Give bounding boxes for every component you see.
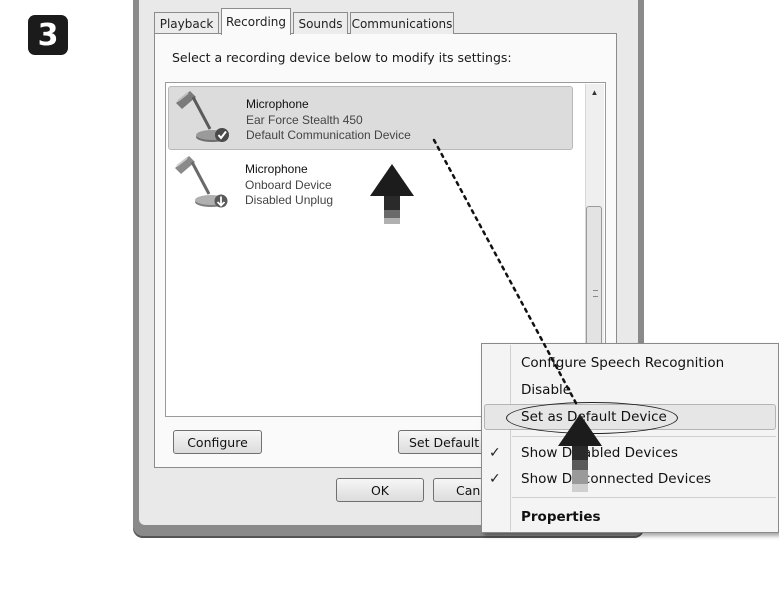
menu-item-show-disabled-devices[interactable]: Show Disabled Devices	[521, 445, 678, 461]
annotation-ellipse	[506, 402, 678, 434]
menu-separator	[512, 497, 776, 498]
ok-button[interactable]: OK	[336, 478, 424, 502]
device-item-onboard-device[interactable]: Microphone Onboard Device Disabled Unplu…	[168, 152, 573, 216]
menu-separator	[512, 436, 776, 437]
scroll-up-arrow-icon[interactable]: ▲	[590, 88, 599, 97]
checkmark-icon: ✓	[489, 471, 501, 487]
device-status: Disabled Unplug	[245, 193, 334, 207]
device-description: Onboard Device	[245, 177, 332, 192]
checkmark-icon: ✓	[489, 445, 501, 461]
tab-communications[interactable]: Communications	[350, 12, 454, 34]
menu-item-disable[interactable]: Disable	[521, 382, 571, 398]
menu-gutter-divider	[510, 345, 511, 531]
tab-sounds[interactable]: Sounds	[293, 12, 348, 34]
menu-item-properties[interactable]: Properties	[521, 509, 601, 525]
microphone-icon	[175, 156, 228, 208]
menu-item-show-disconnected-devices[interactable]: Show Disconnected Devices	[521, 471, 711, 487]
device-name: Microphone	[245, 162, 308, 176]
tab-recording[interactable]: Recording	[221, 8, 291, 35]
device-item-ear-force-stealth-450[interactable]: Microphone Ear Force Stealth 450 Default…	[168, 86, 573, 150]
device-status: Default Communication Device	[246, 128, 411, 142]
tab-playback[interactable]: Playback	[154, 12, 219, 34]
scrollbar-grip-icon	[593, 290, 598, 297]
green-check-badge	[215, 128, 229, 142]
step-number-badge: 3	[28, 15, 68, 55]
microphone-icon	[176, 91, 229, 142]
device-description: Ear Force Stealth 450	[246, 112, 363, 127]
set-default-button[interactable]: Set Default	[398, 430, 484, 454]
context-menu	[481, 343, 779, 533]
cancel-button[interactable]: Can	[433, 478, 483, 502]
scrollbar-thumb[interactable]	[586, 206, 602, 358]
configure-button[interactable]: Configure	[173, 430, 262, 454]
menu-item-configure-speech-recognition[interactable]: Configure Speech Recognition	[521, 355, 724, 371]
device-name: Microphone	[246, 97, 309, 111]
instruction-text: Select a recording device below to modif…	[172, 50, 512, 65]
